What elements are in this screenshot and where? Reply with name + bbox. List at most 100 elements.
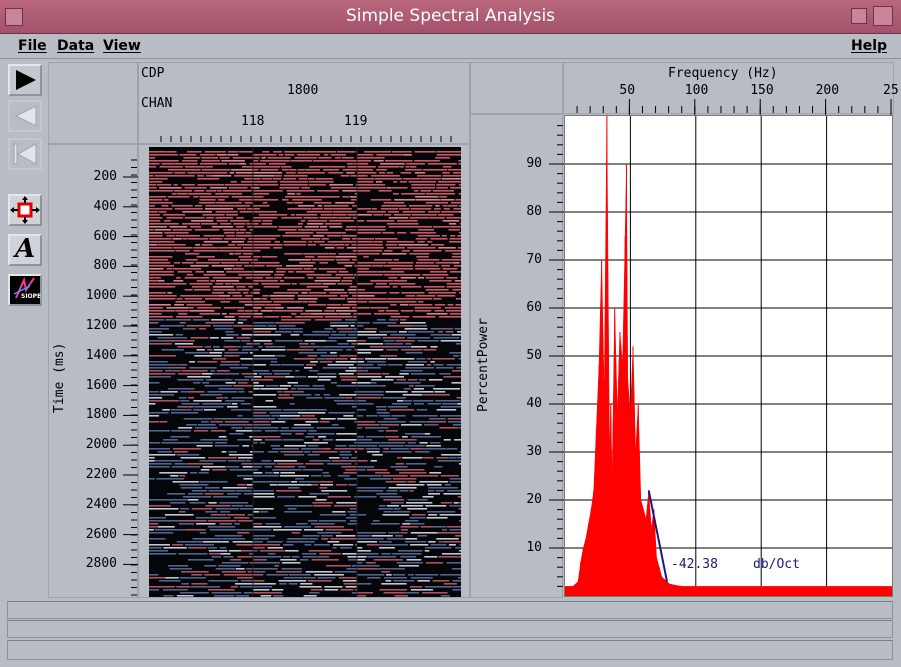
seismic-trace	[409, 217, 429, 219]
seismic-trace	[237, 439, 251, 441]
seismic-trace	[357, 172, 377, 174]
seismic-trace	[287, 538, 309, 540]
seismic-trace	[370, 460, 377, 462]
seismic-trace	[281, 166, 292, 168]
menu-file[interactable]: File	[18, 38, 47, 54]
seismic-trace	[407, 499, 428, 501]
seismic-trace	[149, 364, 178, 366]
seismic-trace	[176, 298, 183, 300]
seismic-trace	[357, 553, 379, 555]
seismic-trace	[337, 262, 355, 264]
seismic-trace	[170, 412, 199, 414]
seismic-trace	[405, 352, 423, 354]
seismic-trace	[200, 223, 218, 225]
seismic-trace	[180, 457, 206, 459]
seismic-trace	[224, 268, 232, 270]
seismic-trace	[249, 265, 253, 267]
seismic-trace	[440, 406, 461, 408]
seismic-trace	[407, 508, 428, 510]
spectrum-plot[interactable]: -42.38 db/Oct	[564, 115, 893, 597]
seismic-trace	[399, 373, 409, 375]
seismic-trace	[372, 322, 397, 324]
minimize-button[interactable]	[851, 8, 867, 24]
seismic-trace	[357, 181, 374, 183]
seismic-trace	[227, 154, 239, 156]
seismic-trace	[449, 241, 461, 243]
seismic-trace	[458, 211, 461, 213]
seismic-trace	[261, 283, 291, 285]
seismic-trace	[295, 523, 308, 525]
seismic-trace	[384, 214, 392, 216]
seismic-trace	[265, 523, 281, 525]
step-back-button[interactable]	[8, 100, 42, 132]
spectrum-chart[interactable]	[565, 116, 892, 596]
freq-tick-label: 150	[750, 83, 774, 98]
seismic-trace	[204, 511, 218, 513]
seismic-trace	[175, 334, 183, 336]
seismic-trace	[149, 361, 168, 363]
menu-data[interactable]: Data	[57, 38, 94, 54]
seismic-trace	[185, 253, 200, 255]
seismic-trace	[181, 370, 208, 372]
seismic-trace	[181, 583, 189, 585]
seismic-trace	[417, 580, 430, 582]
annotate-tool[interactable]: A	[8, 234, 42, 266]
seismic-trace	[149, 160, 179, 162]
seismic-trace	[338, 271, 349, 273]
seismic-trace	[357, 175, 368, 177]
seismic-trace	[175, 250, 190, 252]
seismic-trace	[428, 487, 458, 489]
seismic-trace	[432, 190, 454, 192]
seismic-trace	[446, 526, 461, 528]
seismic-trace	[260, 310, 273, 312]
seismic-trace	[218, 565, 241, 567]
seismic-trace	[309, 370, 319, 372]
maximize-button[interactable]	[873, 6, 893, 26]
seismic-trace	[374, 250, 382, 252]
seismic-trace	[229, 469, 253, 471]
menu-view[interactable]: View	[103, 38, 141, 54]
seismic-trace	[259, 442, 265, 444]
seismic-trace	[352, 259, 357, 261]
seismic-trace	[442, 175, 461, 177]
seismic-section-image[interactable]	[149, 147, 461, 597]
seismic-trace	[398, 550, 423, 552]
menu-help[interactable]: Help	[851, 38, 887, 54]
seismic-trace	[253, 328, 277, 330]
seismic-trace	[204, 493, 224, 495]
seismic-trace	[329, 346, 356, 348]
rewind-button[interactable]	[8, 138, 42, 170]
seismic-trace	[188, 307, 194, 309]
seismic-trace	[357, 163, 369, 165]
seismic-trace	[262, 220, 273, 222]
seismic-trace	[149, 283, 172, 285]
seismic-trace	[247, 514, 253, 516]
zoom-move-tool[interactable]	[8, 194, 42, 226]
seismic-trace	[351, 244, 357, 246]
seismic-trace	[194, 406, 224, 408]
seismic-trace	[149, 175, 154, 177]
seismic-trace	[260, 169, 279, 171]
seismic-trace	[322, 448, 331, 450]
seismic-trace	[194, 427, 218, 429]
seismic-trace	[430, 544, 447, 546]
play-button[interactable]	[8, 64, 42, 96]
seismic-trace	[440, 502, 453, 504]
seismic-trace	[349, 196, 357, 198]
seismic-trace	[346, 349, 352, 351]
seismic-trace	[236, 544, 253, 546]
siope-logo-button[interactable]: SIOPE	[8, 274, 42, 306]
seismic-trace	[311, 259, 335, 261]
seismic-trace	[240, 580, 253, 582]
seismic-trace	[357, 397, 382, 399]
seismic-trace	[230, 181, 238, 183]
seismic-trace	[332, 511, 346, 513]
seismic-trace	[450, 187, 461, 189]
seismic-trace	[244, 265, 249, 267]
seismic-trace	[435, 262, 453, 264]
seismic-trace	[214, 445, 240, 447]
seismic-trace	[253, 439, 262, 441]
seismic-trace	[458, 160, 461, 162]
seismic-trace	[400, 556, 417, 558]
seismic-trace	[406, 463, 427, 465]
